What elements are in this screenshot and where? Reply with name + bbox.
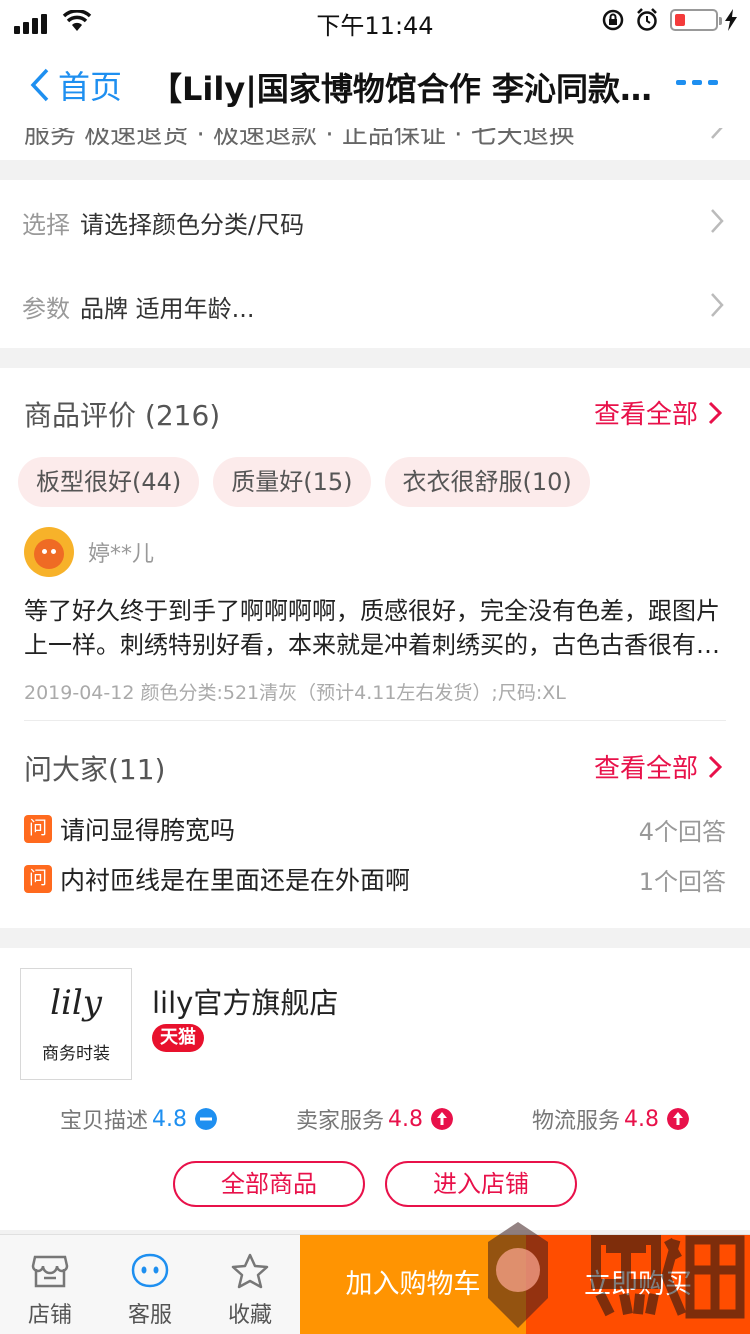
select-value: 请选择颜色分类/尺码 <box>80 210 305 239</box>
shop-logo-subtitle: 商务时装 <box>42 1044 110 1064</box>
qa-title: 问大家(11) <box>24 753 166 786</box>
shop-name[interactable]: lily官方旗舰店 <box>152 980 338 1022</box>
flat-icon <box>195 1108 218 1130</box>
chevron-right-icon <box>708 755 722 778</box>
qa-answer-count: 4个回答 <box>638 817 726 846</box>
back-button[interactable]: 首页 <box>30 62 122 108</box>
shop-logo[interactable]: lily 商务时装 <box>20 968 132 1080</box>
reviewer: 婷**儿 <box>24 527 154 577</box>
tab-label: 收藏 <box>227 1303 272 1328</box>
charging-icon <box>725 9 737 31</box>
tab-label: 客服 <box>127 1303 172 1328</box>
rating-value: 4.8 <box>388 1106 424 1132</box>
service-row[interactable]: 服务 极速退货 · 极速退款 · 正品保证 · 七天退换 <box>0 128 750 160</box>
rating-service: 卖家服务 4.8 <box>296 1103 454 1135</box>
rating-label: 宝贝描述 <box>60 1109 149 1134</box>
params-label: 参数 <box>22 294 70 323</box>
qa-answer-count: 1个回答 <box>638 867 726 896</box>
reviews-see-all-link[interactable]: 查看全部 <box>594 394 722 431</box>
reviewer-name: 婷**儿 <box>88 542 155 567</box>
question-icon: 问 <box>24 815 52 843</box>
add-to-cart-button[interactable]: 加入购物车 <box>300 1235 526 1334</box>
reviews-title: 商品评价 (216) <box>24 399 221 432</box>
arrow-up-icon <box>667 1108 690 1130</box>
tab-service[interactable]: 客服 <box>100 1235 200 1334</box>
arrow-up-icon <box>431 1108 454 1130</box>
rating-description: 宝贝描述 4.8 <box>60 1103 218 1135</box>
question-icon: 问 <box>24 865 52 893</box>
review-text[interactable]: 等了好久终于到手了啊啊啊啊，质感很好，完全没有色差，跟图片上一样。刺绣特别好看，… <box>24 594 728 662</box>
qa-question: 请问显得胯宽吗 <box>60 816 236 845</box>
review-meta: 2019-04-12 颜色分类:521清灰（预计4.11左右发货）;尺码:XL <box>24 682 566 704</box>
qa-item[interactable]: 问 内衬匝线是在里面还是在外面啊 1个回答 <box>24 862 726 896</box>
rating-logistics: 物流服务 4.8 <box>532 1103 690 1135</box>
chevron-right-icon <box>708 401 722 424</box>
avatar <box>24 527 74 577</box>
params-row[interactable]: 参数 品牌 适用年龄... <box>0 264 750 348</box>
tab-favorite[interactable]: 收藏 <box>200 1235 300 1334</box>
page-title: 【Lily|国家博物馆合作 李沁同款】2019夏新款女装刺绣仿真丝连衣裙 <box>150 70 665 108</box>
shop-icon <box>31 1255 69 1288</box>
nav-bar: 首页 【Lily|国家博物馆合作 李沁同款】2019夏新款女装刺绣仿真丝连衣裙 <box>0 40 750 128</box>
review-tag[interactable]: 质量好(15) <box>213 457 371 507</box>
review-tags: 板型很好(44) 质量好(15) 衣衣很舒服(10) <box>18 457 590 507</box>
chevron-right-icon <box>711 209 724 233</box>
buy-now-button[interactable]: 立即购买 <box>526 1235 750 1334</box>
rating-value: 4.8 <box>624 1106 660 1132</box>
shop-logo-script: lily <box>50 983 102 1023</box>
reviews-card: 商品评价 (216) 查看全部 板型很好(44) 质量好(15) 衣衣很舒服(1… <box>0 368 750 928</box>
tab-label: 店铺 <box>27 1303 72 1328</box>
more-icon[interactable] <box>676 80 718 85</box>
chevron-right-icon <box>711 128 723 139</box>
customer-service-icon <box>131 1253 169 1288</box>
shop-ratings: 宝贝描述 4.8 卖家服务 4.8 物流服务 4.8 <box>0 1103 750 1143</box>
rating-label: 物流服务 <box>532 1109 621 1134</box>
review-tag[interactable]: 板型很好(44) <box>18 457 200 507</box>
alarm-icon <box>637 8 657 31</box>
options-card: 选择 请选择颜色分类/尺码 参数 品牌 适用年龄... <box>0 180 750 348</box>
see-all-label: 查看全部 <box>593 400 698 430</box>
shop-card: lily 商务时装 lily官方旗舰店 天猫 宝贝描述 4.8 卖家服务 4.8… <box>0 948 750 1230</box>
bottom-action-bar: 店铺 客服 收藏 加入购物车 立即购买 <box>0 1234 750 1334</box>
rating-value: 4.8 <box>152 1106 188 1132</box>
select-label: 选择 <box>22 210 70 239</box>
see-all-label: 查看全部 <box>593 754 698 784</box>
qa-question: 内衬匝线是在里面还是在外面啊 <box>60 866 411 895</box>
rotation-lock-icon <box>602 9 624 31</box>
chevron-right-icon <box>711 293 724 317</box>
params-value: 品牌 适用年龄... <box>80 294 255 323</box>
enter-shop-button[interactable]: 进入店铺 <box>385 1161 577 1207</box>
select-sku-row[interactable]: 选择 请选择颜色分类/尺码 <box>0 180 750 264</box>
all-products-button[interactable]: 全部商品 <box>173 1161 365 1207</box>
service-text: 服务 极速退货 · 极速退款 · 正品保证 · 七天退换 <box>24 128 575 150</box>
back-label: 首页 <box>58 68 123 106</box>
chevron-left-icon <box>30 68 49 102</box>
tmall-badge: 天猫 <box>152 1024 204 1052</box>
tab-shop[interactable]: 店铺 <box>0 1235 100 1334</box>
qa-item[interactable]: 问 请问显得胯宽吗 4个回答 <box>24 812 726 846</box>
qa-see-all-link[interactable]: 查看全部 <box>594 748 722 785</box>
divider <box>24 720 726 721</box>
rating-label: 卖家服务 <box>296 1109 385 1134</box>
battery-icon <box>670 9 722 31</box>
star-icon <box>231 1253 269 1289</box>
status-bar: 下午11:44 <box>0 0 750 40</box>
review-tag[interactable]: 衣衣很舒服(10) <box>384 457 590 507</box>
